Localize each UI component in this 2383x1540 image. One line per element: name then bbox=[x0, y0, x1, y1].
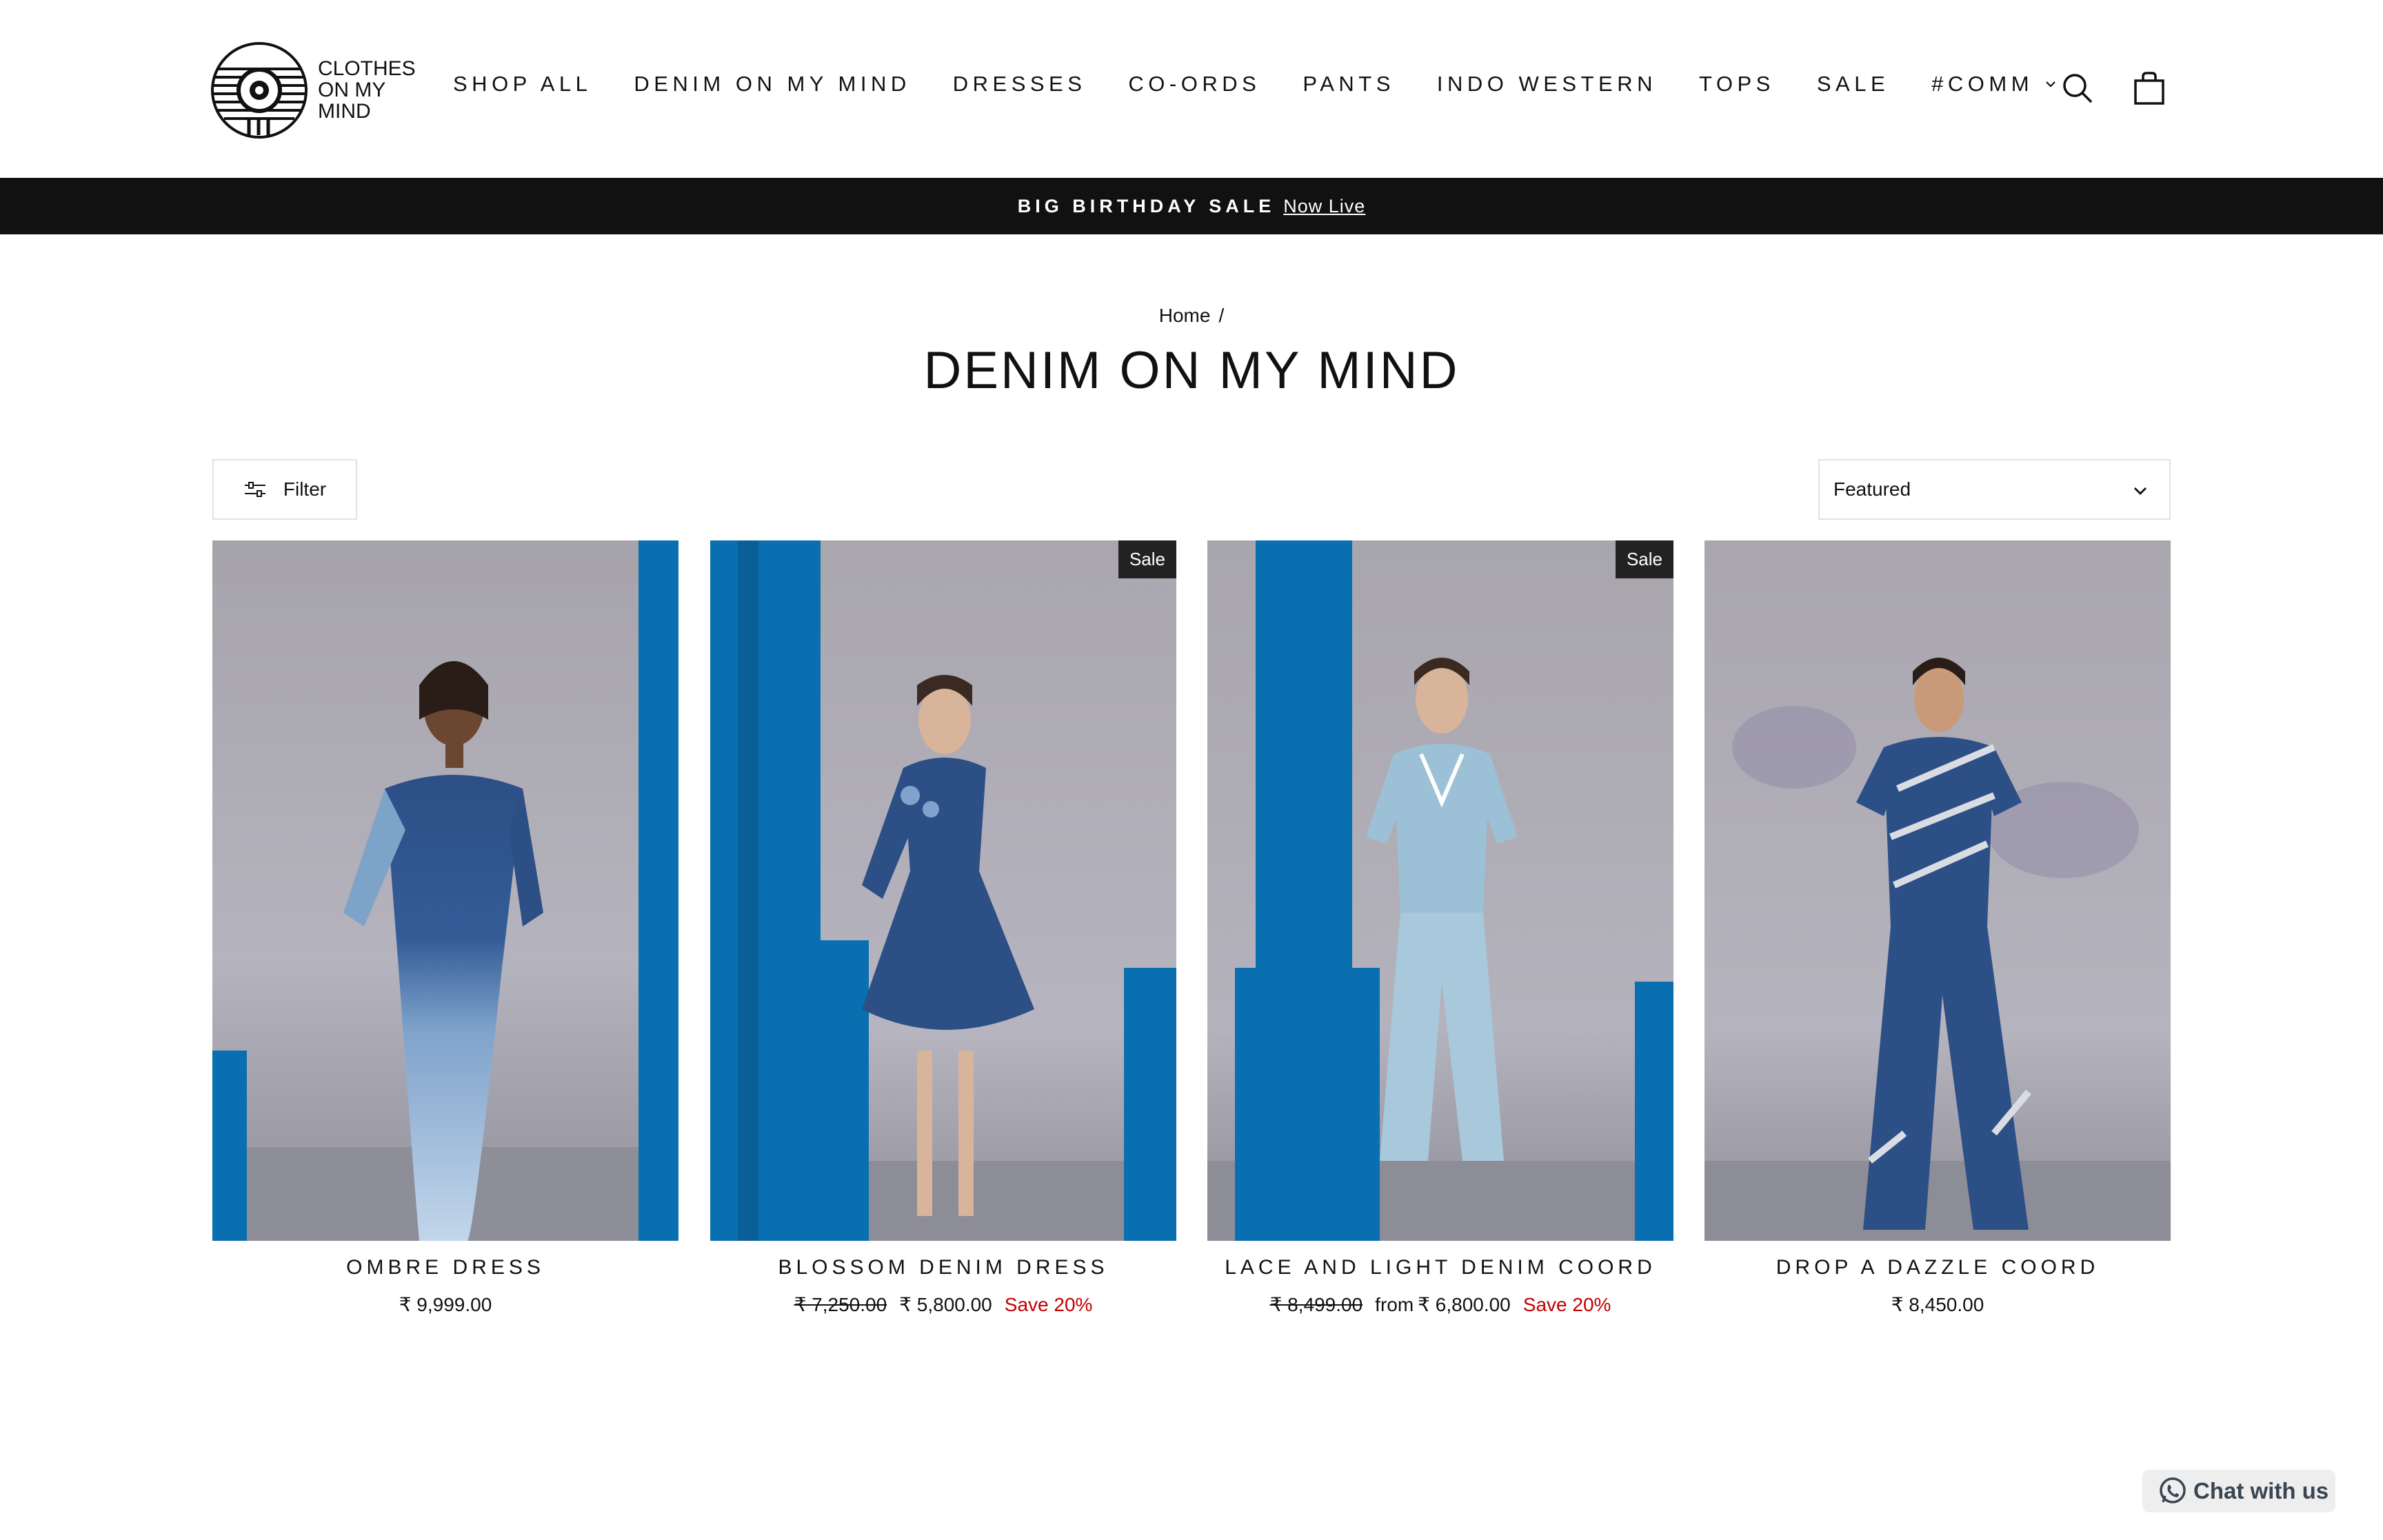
product-price: ₹ 7,250.00 ₹ 5,800.00 Save 20% bbox=[710, 1293, 1176, 1316]
page-title: DENIM ON MY MIND bbox=[923, 341, 1460, 400]
comm-logo-icon bbox=[211, 41, 308, 139]
sort-selected-value: Featured bbox=[1833, 478, 1911, 500]
nav-item-comm-label: #COMM bbox=[1931, 72, 2034, 96]
nav-item-indo-western[interactable]: INDO WESTERN bbox=[1437, 72, 1657, 97]
sort-select[interactable]: Featured bbox=[1818, 459, 2171, 520]
nav-item-co-ords[interactable]: CO-ORDS bbox=[1128, 72, 1260, 97]
announcement-link[interactable]: Now Live bbox=[1283, 196, 1365, 217]
product-image[interactable]: Sale bbox=[1207, 540, 1673, 1241]
save-percent: Save 20% bbox=[1004, 1294, 1093, 1315]
nav-item-pants[interactable]: PANTS bbox=[1303, 72, 1395, 97]
chevron-down-icon bbox=[2046, 81, 2055, 88]
original-price: ₹ 8,499.00 bbox=[1269, 1294, 1363, 1315]
product-name[interactable]: BLOSSOM DENIM DRESS bbox=[710, 1256, 1176, 1279]
brand-line-3: MIND bbox=[318, 100, 371, 123]
product-price: ₹ 8,450.00 bbox=[1705, 1293, 2171, 1316]
product-price: ₹ 9,999.00 bbox=[212, 1293, 678, 1316]
chat-label: Chat with us bbox=[2193, 1478, 2329, 1503]
site-header: CLOTHES ON MY MIND SHOP ALL DENIM ON MY … bbox=[0, 0, 2383, 178]
original-price: ₹ 7,250.00 bbox=[794, 1294, 887, 1315]
filter-label: Filter bbox=[283, 478, 327, 500]
current-price: ₹ 8,450.00 bbox=[1891, 1294, 1984, 1315]
chat-with-us-button[interactable]: Chat with us bbox=[2142, 1470, 2335, 1512]
product-card[interactable]: Sale LACE AND LIGHT DENIM COORD ₹ 8,499.… bbox=[1207, 540, 1673, 1316]
nav-item-dresses[interactable]: DRESSES bbox=[953, 72, 1087, 97]
search-icon bbox=[2063, 74, 2093, 103]
main-nav: SHOP ALL DENIM ON MY MIND DRESSES CO-ORD… bbox=[453, 72, 2099, 97]
product-name[interactable]: LACE AND LIGHT DENIM COORD bbox=[1207, 1256, 1673, 1279]
brand-name: CLOTHES ON MY MIND bbox=[318, 58, 416, 122]
sale-badge: Sale bbox=[1118, 540, 1176, 578]
whatsapp-icon bbox=[2160, 1477, 2186, 1503]
product-photo-drop-a-dazzle-coord bbox=[1705, 540, 2171, 1241]
product-image[interactable] bbox=[1705, 540, 2171, 1241]
current-price: ₹ 9,999.00 bbox=[399, 1294, 492, 1315]
nav-item-sale[interactable]: SALE bbox=[1817, 72, 1889, 97]
save-percent: Save 20% bbox=[1522, 1294, 1611, 1315]
product-card[interactable]: Sale BLOSSOM DENIM DRESS ₹ 7,250.00 ₹ 5,8… bbox=[710, 540, 1176, 1316]
sliders-icon bbox=[244, 482, 265, 497]
cart-button[interactable] bbox=[2130, 69, 2169, 108]
product-photo-ombre-dress bbox=[212, 540, 678, 1241]
nav-item-denim-on-my-mind[interactable]: DENIM ON MY MIND bbox=[634, 72, 910, 97]
announcement-bar: BIG BIRTHDAY SALE Now Live bbox=[0, 178, 2383, 234]
brand-line-1: CLOTHES bbox=[318, 57, 416, 80]
sale-badge: Sale bbox=[1615, 540, 1673, 578]
announcement-text: BIG BIRTHDAY SALE bbox=[1017, 195, 1276, 216]
nav-item-tops[interactable]: TOPS bbox=[1699, 72, 1775, 97]
current-price: ₹ 6,800.00 bbox=[1418, 1294, 1511, 1315]
product-card[interactable]: OMBRE DRESS ₹ 9,999.00 bbox=[212, 540, 678, 1316]
current-price: ₹ 5,800.00 bbox=[899, 1294, 992, 1315]
cart-icon bbox=[2134, 72, 2164, 105]
search-button[interactable] bbox=[2058, 69, 2097, 108]
product-card[interactable]: DROP A DAZZLE COORD ₹ 8,450.00 bbox=[1705, 540, 2171, 1316]
breadcrumb-home[interactable]: Home bbox=[1159, 305, 1211, 326]
product-photo-lace-and-light-denim-coord bbox=[1207, 540, 1673, 1241]
product-image[interactable] bbox=[212, 540, 678, 1241]
product-price: ₹ 8,499.00 from ₹ 6,800.00 Save 20% bbox=[1207, 1293, 1673, 1316]
nav-item-shop-all[interactable]: SHOP ALL bbox=[453, 72, 592, 97]
product-name[interactable]: DROP A DAZZLE COORD bbox=[1705, 1256, 2171, 1279]
brand-line-2: ON MY bbox=[318, 79, 386, 101]
product-image[interactable]: Sale bbox=[710, 540, 1176, 1241]
price-from-label: from bbox=[1375, 1294, 1414, 1315]
breadcrumb-separator: / bbox=[1218, 305, 1225, 326]
product-photo-blossom-denim-dress bbox=[710, 540, 1176, 1241]
product-name[interactable]: OMBRE DRESS bbox=[212, 1256, 678, 1279]
breadcrumb: Home / bbox=[0, 305, 2383, 327]
brand-logo[interactable]: CLOTHES ON MY MIND bbox=[210, 40, 417, 140]
filter-button[interactable]: Filter bbox=[212, 459, 357, 520]
header-actions bbox=[2058, 69, 2202, 108]
chevron-down-icon bbox=[2134, 487, 2146, 495]
nav-item-comm[interactable]: #COMM bbox=[1931, 72, 2057, 97]
